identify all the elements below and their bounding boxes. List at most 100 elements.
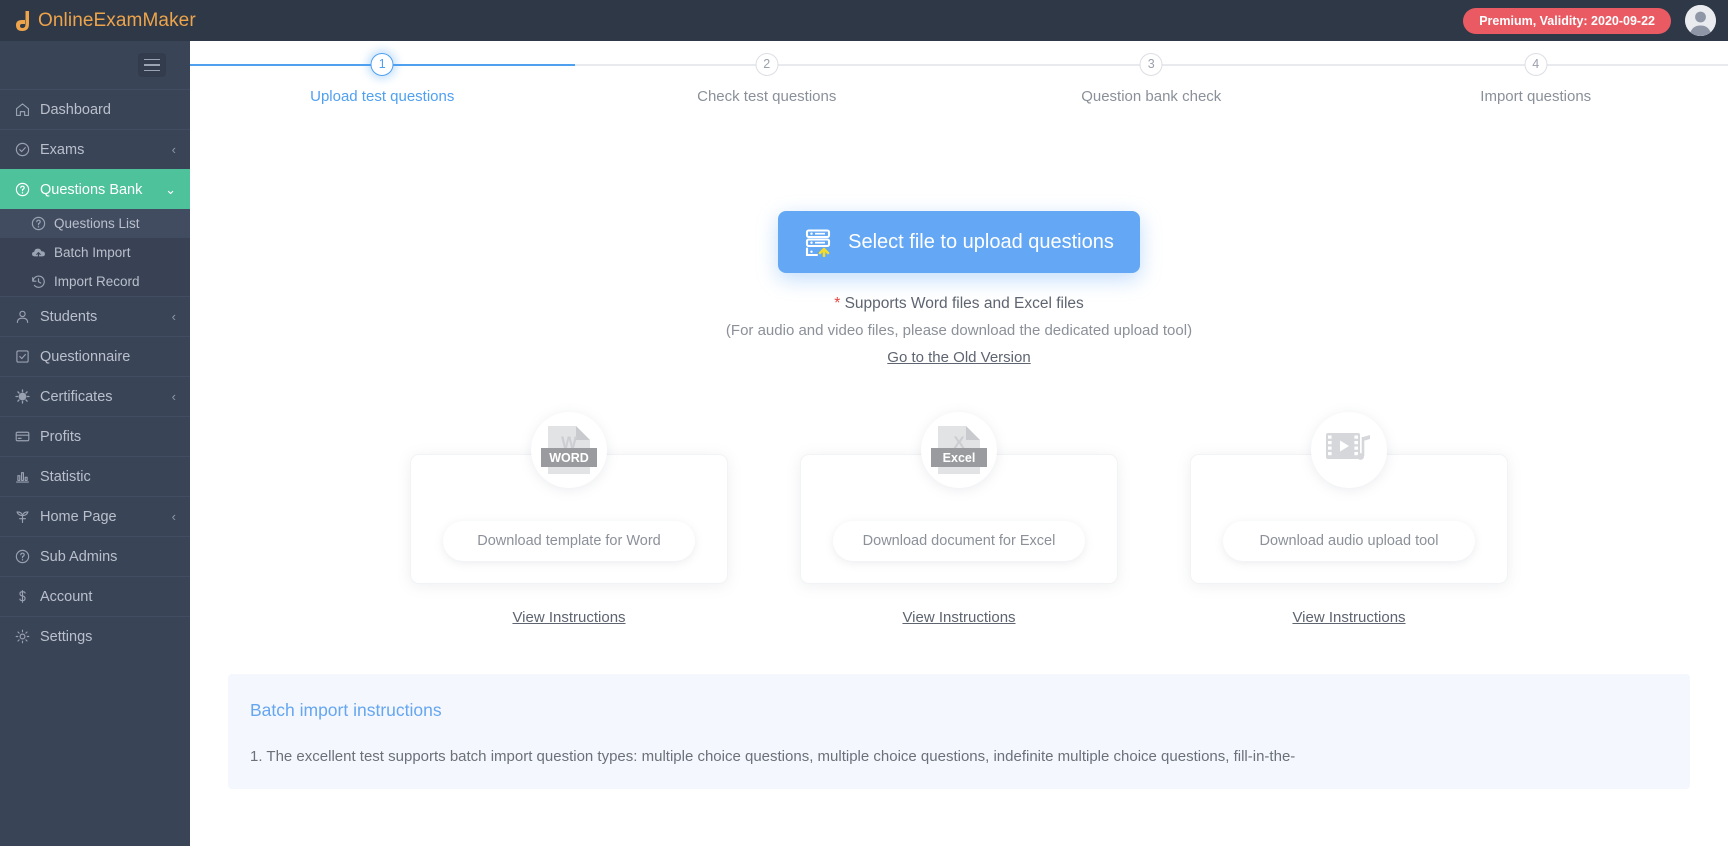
download-button[interactable]: Download template for Word <box>443 521 695 561</box>
batch-instructions-title: Batch import instructions <box>250 700 442 720</box>
dollar-icon <box>14 588 40 605</box>
sidebar-subitem-label: Questions List <box>54 216 140 231</box>
sidebar-item-label: Questionnaire <box>40 348 131 365</box>
required-star: * <box>834 295 841 312</box>
chevron-left-icon: ‹ <box>171 509 176 524</box>
sidebar-item-settings[interactable]: Settings <box>0 616 190 656</box>
sidebar-nav: Dashboard Exams ‹ Questions Bank ⌄ Questions … <box>0 89 190 656</box>
sidebar-subitem-batch-import[interactable]: Batch Import <box>0 238 190 267</box>
sidebar-item-exams[interactable]: Exams ‹ <box>0 129 190 169</box>
sidebar-item-home-page[interactable]: Home Page ‹ <box>0 496 190 536</box>
sidebar-item-profits[interactable]: Profits <box>0 416 190 456</box>
sidebar-subnav: Questions List Batch Import Import Record <box>0 209 190 296</box>
gear-icon <box>14 628 40 645</box>
card-icon: X Excel <box>921 412 997 488</box>
upload-note: * Supports Word files and Excel files (F… <box>190 295 1728 366</box>
card-icon <box>1311 412 1387 488</box>
sidebar-subitem-questions-list[interactable]: Questions List <box>0 209 190 238</box>
badge-icon <box>14 388 40 405</box>
upload-button-wrap: Select file to upload questions <box>190 136 1728 273</box>
sidebar-item-label: Questions Bank <box>40 181 143 198</box>
step-number: 4 <box>1524 53 1548 76</box>
leaf-icon <box>14 508 40 525</box>
sidebar-item-label: Account <box>40 588 93 605</box>
history-icon <box>30 273 47 290</box>
download-card: X Excel Download document for Excel View In… <box>800 412 1118 626</box>
users-icon <box>14 308 40 325</box>
view-instructions-link[interactable]: View Instructions <box>1190 609 1508 626</box>
chevron-left-icon: ‹ <box>171 389 176 404</box>
question-circle-icon <box>14 548 40 565</box>
download-card: W WORD Download template for Word View Inst… <box>410 412 728 626</box>
sidebar-item-sub-admins[interactable]: Sub Admins <box>0 536 190 576</box>
supports-note: * Supports Word files and Excel files <box>190 295 1728 313</box>
sidebar-item-dashboard[interactable]: Dashboard <box>0 89 190 129</box>
step-label: Check test questions <box>697 88 837 105</box>
sidebar-subitem-label: Batch Import <box>54 245 131 260</box>
file-type-band: Excel <box>931 448 987 467</box>
server-upload-icon <box>804 227 834 258</box>
step-number: 3 <box>1139 53 1163 76</box>
batch-import-instructions: Batch import instructions 1. The excelle… <box>228 674 1690 789</box>
sidebar-subitem-import-record[interactable]: Import Record <box>0 267 190 296</box>
step-number: 1 <box>370 53 394 76</box>
step-label: Question bank check <box>1081 88 1222 105</box>
hamburger-menu-icon[interactable] <box>138 53 166 77</box>
batch-instructions-line-1: 1. The excellent test supports batch imp… <box>250 748 1296 765</box>
old-version-link[interactable]: Go to the Old Version <box>190 349 1728 366</box>
sidebar-item-label: Settings <box>40 628 93 645</box>
select-file-upload-label: Select file to upload questions <box>848 230 1114 253</box>
cloud-upload-icon <box>30 244 47 261</box>
upload-panel: Select file to upload questions * Suppor… <box>190 136 1728 846</box>
sidebar-item-label: Sub Admins <box>40 548 118 565</box>
step-1[interactable]: 1 Upload test questions <box>190 53 575 136</box>
step-label: Upload test questions <box>310 88 455 105</box>
sidebar-item-statistic[interactable]: Statistic <box>0 456 190 496</box>
sidebar: Dashboard Exams ‹ Questions Bank ⌄ Questions … <box>0 41 190 846</box>
home-icon <box>14 101 40 118</box>
sidebar-item-certificates[interactable]: Certificates ‹ <box>0 376 190 416</box>
step-2[interactable]: 2 Check test questions <box>574 53 959 136</box>
avatar[interactable] <box>1685 5 1716 36</box>
audio-video-note: (For audio and video files, please downl… <box>725 322 1193 339</box>
view-instructions-link[interactable]: View Instructions <box>410 609 728 626</box>
checkbox-icon <box>14 348 40 365</box>
sidebar-item-label: Certificates <box>40 388 113 405</box>
download-button[interactable]: Download audio upload tool <box>1223 521 1475 561</box>
sidebar-item-questionnaire[interactable]: Questionnaire <box>0 336 190 376</box>
question-circle-icon <box>14 181 40 198</box>
step-label: Import questions <box>1480 88 1592 105</box>
download-button[interactable]: Download document for Excel <box>833 521 1085 561</box>
sidebar-item-label: Statistic <box>40 468 91 485</box>
sidebar-item-label: Home Page <box>40 508 117 525</box>
top-bar: OnlineExamMaker Premium, Validity: 2020-… <box>0 0 1728 41</box>
main-content: 1 Upload test questions 2 Check test questi… <box>190 41 1728 846</box>
step-4[interactable]: 4 Import questions <box>1343 53 1728 136</box>
brand-logo[interactable]: OnlineExamMaker <box>0 9 196 33</box>
select-file-upload-button[interactable]: Select file to upload questions <box>778 211 1140 273</box>
sidebar-item-label: Profits <box>40 428 82 445</box>
sidebar-item-label: Students <box>40 308 98 325</box>
sidebar-item-account[interactable]: Account <box>0 576 190 616</box>
top-bar-right: Premium, Validity: 2020-09-22 <box>1463 5 1728 36</box>
file-type-band: WORD <box>541 448 597 467</box>
download-card: Download audio upload tool View Instructi… <box>1190 412 1508 626</box>
bar-chart-icon <box>14 468 40 485</box>
check-circle-icon <box>14 141 40 158</box>
step-3[interactable]: 3 Question bank check <box>959 53 1344 136</box>
sidebar-item-label: Exams <box>40 141 85 158</box>
sidebar-item-students[interactable]: Students ‹ <box>0 296 190 336</box>
sidebar-item-questions-bank[interactable]: Questions Bank ⌄ <box>0 169 190 209</box>
sidebar-subitem-label: Import Record <box>54 274 140 289</box>
premium-validity-badge[interactable]: Premium, Validity: 2020-09-22 <box>1463 7 1671 34</box>
word-file-icon: W WORD <box>541 426 597 474</box>
page-body: Dashboard Exams ‹ Questions Bank ⌄ Questions … <box>0 41 1728 846</box>
supports-note-text: Supports Word files and Excel files <box>844 295 1084 312</box>
view-instructions-link[interactable]: View Instructions <box>800 609 1118 626</box>
user-avatar-icon <box>1685 5 1716 36</box>
step-progress: 1 Upload test questions 2 Check test questi… <box>190 41 1728 136</box>
sidebar-item-label: Dashboard <box>40 101 111 118</box>
logo-mark-icon <box>14 9 36 33</box>
film-music-icon <box>1326 433 1370 460</box>
excel-file-icon: X Excel <box>931 426 987 474</box>
